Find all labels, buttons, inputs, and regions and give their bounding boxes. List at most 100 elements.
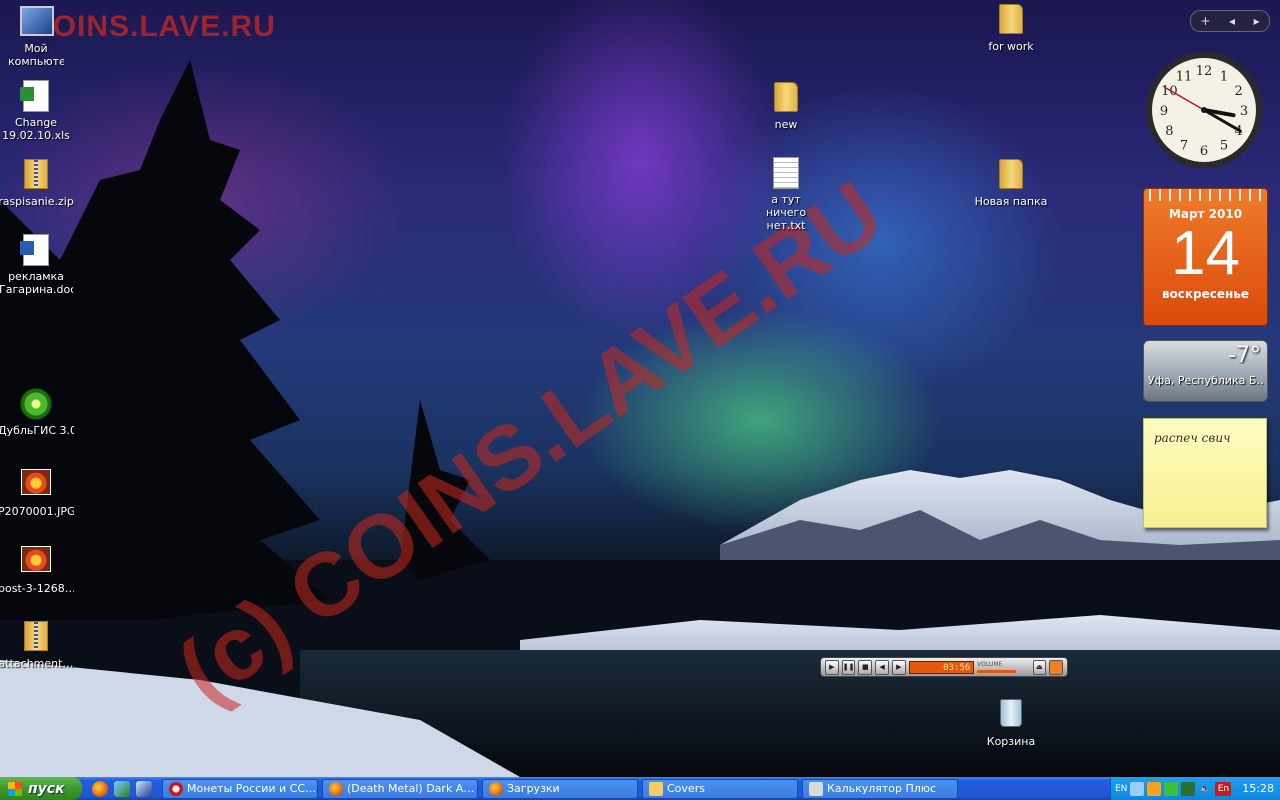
- media-player-tray-icon[interactable]: [1147, 781, 1162, 796]
- tray-clock[interactable]: 15:28: [1242, 782, 1280, 795]
- desktop-icon-label: рекламка Гагарина.doc: [0, 270, 73, 296]
- taskbar-button-downloads[interactable]: Загрузки: [482, 778, 638, 799]
- player-time-display: 03:56: [908, 660, 975, 674]
- clock-numeral: 1: [1220, 69, 1228, 84]
- desktop-icon-attachment[interactable]: attachment…: [0, 619, 74, 670]
- window-switcher-icon[interactable]: [136, 780, 152, 797]
- task-label: Загрузки: [507, 782, 560, 795]
- clock-numeral: 10: [1161, 84, 1178, 99]
- word-file-icon: [20, 234, 52, 266]
- stop-button[interactable]: ■: [858, 659, 873, 675]
- clock-numeral: 3: [1240, 104, 1248, 119]
- calendar-weekday: воскресенье: [1161, 287, 1250, 301]
- add-gadget-button[interactable]: +: [1200, 14, 1210, 28]
- task-label: Калькулятор Плюс: [827, 782, 937, 795]
- desktop-icon-label: Корзина: [986, 735, 1036, 748]
- excel-file-icon: [20, 80, 52, 112]
- eject-button[interactable]: ⏏: [1032, 659, 1047, 675]
- taskbar: пуск Монеты России и СС… (Death Metal) D…: [0, 777, 1280, 800]
- desktop-icon-reklamka-doc[interactable]: рекламка Гагарина.doc: [0, 234, 74, 296]
- clock-numeral: 7: [1180, 139, 1188, 154]
- desktop-wallpaper: COINS.LAVE.RU (c) COINS.LAVE.RU Мой комп…: [0, 0, 1280, 777]
- task-label: Монеты России и СС…: [187, 782, 317, 795]
- player-menu-button[interactable]: [1049, 659, 1063, 675]
- windows-logo-icon: [8, 781, 22, 796]
- clock-numeral: 11: [1176, 69, 1193, 84]
- task-label: Covers: [667, 782, 705, 795]
- keyboard-layout-indicator[interactable]: En: [1215, 781, 1232, 796]
- desktop-icon-txt-file[interactable]: а тут ничего нет.txt: [748, 157, 824, 232]
- desktop-icon-label: new: [774, 118, 798, 131]
- volume-icon[interactable]: 🔈: [1198, 782, 1212, 796]
- firefox-icon: [329, 781, 343, 796]
- desktop-icon-change-xls[interactable]: Change 19.02.10.xls: [0, 80, 74, 142]
- clock-numeral: 8: [1165, 124, 1173, 139]
- play-button[interactable]: ▶: [825, 659, 839, 675]
- show-desktop-icon[interactable]: [114, 780, 130, 797]
- sticky-note-text[interactable]: распеч свич: [1154, 431, 1231, 445]
- weather-location: Уфа, Республика Б…: [1148, 374, 1264, 387]
- sidebar-controls: + ◂ ▸: [1190, 10, 1270, 32]
- desktop-icon-my-computer[interactable]: Мой компьютер: [0, 4, 74, 68]
- sticky-note-gadget[interactable]: распеч свич: [1143, 418, 1267, 528]
- calculator-icon: [809, 781, 823, 796]
- next-gadget-button[interactable]: ▸: [1254, 14, 1260, 28]
- start-button[interactable]: пуск: [0, 777, 82, 800]
- volume-label: VOLUME: [977, 660, 1003, 668]
- folder-icon: [770, 82, 802, 114]
- recycle-bin-icon: [995, 699, 1027, 731]
- volume-level-bar: [977, 669, 1017, 673]
- pause-button[interactable]: ❚❚: [841, 659, 856, 675]
- desktop-icon-label: ДубльГИС 3.0: [0, 424, 74, 437]
- zip-folder-icon: [20, 159, 52, 191]
- desktop-icon-p2070001-jpg[interactable]: P2070001.JPG: [0, 465, 74, 518]
- taskbar-button-calculator[interactable]: Калькулятор Плюс: [802, 778, 958, 799]
- opera-icon: [169, 781, 183, 796]
- desktop-icon-post-3[interactable]: post-3-1268…: [0, 542, 74, 595]
- zip-folder-icon: [20, 621, 52, 653]
- desktop-icon-label: Change 19.02.10.xls: [2, 116, 70, 142]
- quick-launch: [82, 780, 162, 797]
- dublgis-icon: [20, 388, 52, 420]
- desktop-icon-label: P2070001.JPG: [0, 505, 74, 518]
- desktop-icon-label: raspisanie.zip: [0, 195, 74, 208]
- calendar-gadget[interactable]: Март 2010 14 воскресенье: [1143, 188, 1268, 326]
- desktop-icon-for-work[interactable]: for work: [973, 2, 1049, 53]
- desktop-icon-raspisanie-zip[interactable]: raspisanie.zip: [0, 157, 74, 208]
- firefox-icon[interactable]: [92, 780, 108, 797]
- desktop-icon-dublgis[interactable]: ДубльГИС 3.0: [0, 388, 74, 437]
- taskbar-button-covers[interactable]: Covers: [642, 778, 798, 799]
- weather-temperature: -7°: [1228, 343, 1261, 368]
- network-icon[interactable]: [1181, 781, 1196, 796]
- language-indicator[interactable]: EN: [1115, 782, 1127, 796]
- firefox-icon: [489, 781, 503, 796]
- previous-button[interactable]: ◀: [875, 659, 889, 675]
- weather-gadget[interactable]: -7° Уфа, Республика Б…: [1143, 340, 1268, 402]
- desktop-icon-recycle-bin[interactable]: Корзина: [973, 696, 1049, 748]
- image-file-icon: [20, 469, 52, 501]
- tray-green-icon[interactable]: [1164, 781, 1179, 796]
- my-computer-icon: [20, 6, 54, 38]
- clock-numeral: 2: [1235, 84, 1243, 99]
- image-file-icon: [20, 546, 52, 578]
- desktop-icon-label: а тут ничего нет.txt: [765, 193, 807, 232]
- desktop-icon-label: post-3-1268…: [0, 582, 74, 595]
- tray-app-icon[interactable]: [1130, 781, 1145, 796]
- folder-icon: [649, 781, 663, 796]
- calendar-day: 14: [1171, 219, 1240, 288]
- volume-slider[interactable]: VOLUME: [977, 661, 1029, 674]
- prev-gadget-button[interactable]: ◂: [1229, 14, 1235, 28]
- text-file-icon: [770, 157, 802, 189]
- desktop-icon-new-folder[interactable]: new: [748, 80, 824, 131]
- clock-gadget[interactable]: 121234567891011: [1144, 50, 1264, 170]
- calendar-rings: [1144, 189, 1267, 201]
- folder-icon: [995, 4, 1027, 36]
- taskbar-button-death-metal[interactable]: (Death Metal) Dark A…: [322, 778, 478, 799]
- taskbar-button-opera[interactable]: Монеты России и СС…: [162, 778, 318, 799]
- next-button[interactable]: ▶: [891, 659, 906, 675]
- clock-numeral: 6: [1200, 144, 1208, 159]
- system-tray: EN 🔈 En 15:28: [1110, 777, 1280, 800]
- mini-media-player: ▶ ❚❚ ■ ◀ ▶ 03:56 VOLUME ⏏: [820, 657, 1068, 677]
- desktop-icon-new-papka[interactable]: Новая папка: [973, 157, 1049, 208]
- desktop-icon-label: for work: [988, 40, 1034, 53]
